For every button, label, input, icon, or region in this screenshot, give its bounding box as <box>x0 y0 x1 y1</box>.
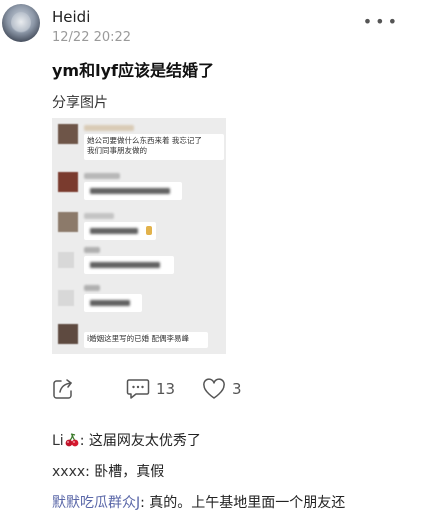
blurred-text <box>90 262 160 268</box>
comment-count: 13 <box>156 380 176 398</box>
chat-bubble <box>84 222 156 240</box>
chat-row <box>52 244 226 278</box>
like-button[interactable]: 3 <box>202 378 242 400</box>
comment-text: : 真的。上午基地里面一个朋友还 <box>140 495 346 511</box>
username[interactable]: Heidi <box>52 8 90 26</box>
chat-bubble-line: i婚姻这里写的已婚 配偶李易峰 <box>87 334 189 343</box>
action-bar: 13 3 <box>0 378 428 404</box>
chat-avatar <box>58 172 78 192</box>
comment-author[interactable]: xxxx <box>52 464 85 480</box>
blurred-nickname <box>84 247 100 253</box>
post-title: ym和lyf应该是结婚了 <box>52 61 214 80</box>
chat-bubble: i婚姻这里写的已婚 配偶李易峰 <box>84 332 208 348</box>
chat-bubble: 她公司要做什么东西来着 我忘记了 我们同事朋友做的 <box>84 134 224 160</box>
share-icon <box>53 379 72 399</box>
chat-avatar <box>58 212 78 232</box>
chat-bubble-line: 她公司要做什么东西来着 我忘记了 <box>87 136 202 145</box>
blurred-text <box>90 188 170 194</box>
comment-item: 默默吃瓜群众J: 真的。上午基地里面一个朋友还 <box>52 492 345 512</box>
emoji-icon <box>146 226 152 235</box>
chat-avatar <box>58 252 74 268</box>
chat-row: i婚姻这里写的已婚 配偶李易峰 <box>52 320 226 352</box>
comment-author[interactable]: 默默吃瓜群众J <box>52 495 140 511</box>
weibo-post: Heidi 12/22 20:22 ••• ym和lyf应该是结婚了 分享图片 … <box>0 0 428 514</box>
blurred-text <box>90 300 130 306</box>
blurred-nickname <box>84 125 134 131</box>
share-label: 分享图片 <box>52 95 108 111</box>
chat-bubble <box>84 182 182 200</box>
chat-row <box>52 170 226 206</box>
blurred-text <box>90 228 138 234</box>
more-options-icon[interactable]: ••• <box>363 12 400 31</box>
share-button[interactable] <box>52 378 74 400</box>
chat-bubble-line: 我们同事朋友做的 <box>87 146 147 155</box>
like-icon <box>203 378 225 399</box>
chat-row: 她公司要做什么东西来着 我忘记了 我们同事朋友做的 <box>52 122 226 162</box>
comment-author[interactable]: Li <box>52 433 64 449</box>
chat-row <box>52 210 226 244</box>
shared-image[interactable]: 她公司要做什么东西来着 我忘记了 我们同事朋友做的 i婚姻这里写的已婚 配偶李易… <box>52 118 226 354</box>
chat-avatar <box>58 124 78 144</box>
chat-avatar <box>58 324 78 344</box>
comment-item: xxxx: 卧槽，真假 <box>52 461 164 481</box>
blurred-nickname <box>84 285 100 291</box>
comment-icon <box>126 379 150 399</box>
comment-text: : 卧槽，真假 <box>85 464 165 480</box>
cherry-emoji-icon <box>64 433 80 447</box>
comment-item: Li : 这届网友太优秀了 <box>52 430 201 450</box>
chat-bubble <box>84 294 142 312</box>
comment-button[interactable]: 13 <box>126 378 175 400</box>
post-timestamp: 12/22 20:22 <box>52 30 132 45</box>
chat-row <box>52 282 226 316</box>
chat-avatar <box>58 290 74 306</box>
chat-bubble <box>84 256 174 274</box>
like-count: 3 <box>232 380 242 398</box>
comment-text: : 这届网友太优秀了 <box>79 433 201 449</box>
blurred-nickname <box>84 173 120 179</box>
avatar[interactable] <box>2 4 40 42</box>
blurred-nickname <box>84 213 114 219</box>
